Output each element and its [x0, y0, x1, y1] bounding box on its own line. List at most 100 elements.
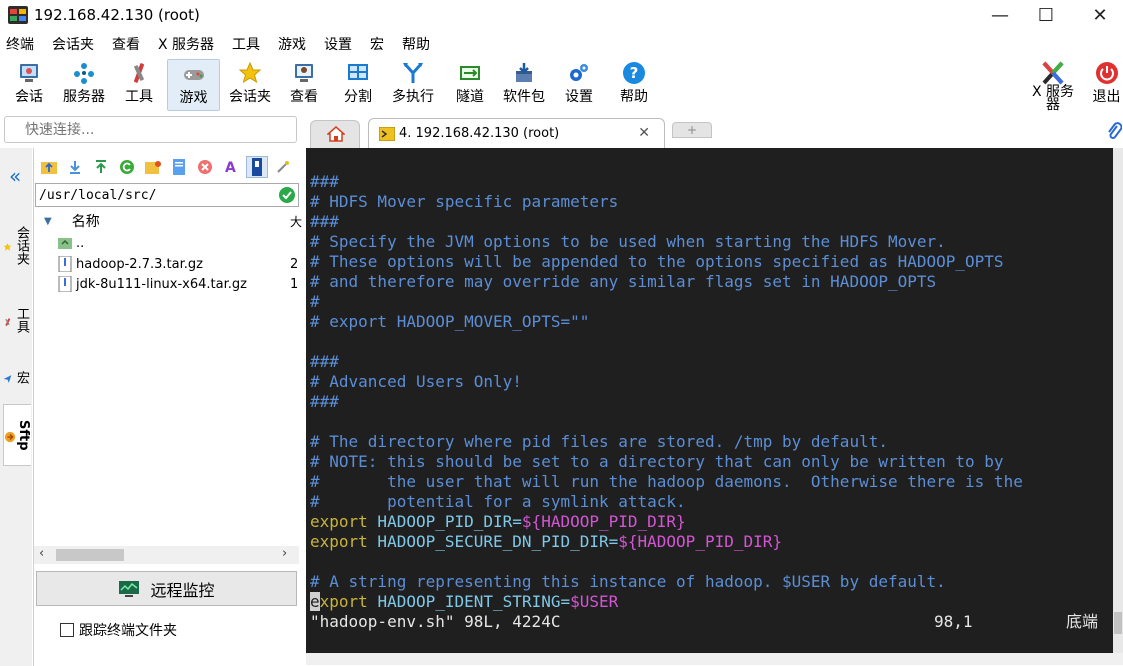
bookmark-icon: [252, 158, 262, 176]
terminal-text: # These options will be appended to the …: [310, 252, 1004, 271]
menu-macros[interactable]: 宏: [364, 34, 384, 56]
parent-folder-icon: [58, 238, 72, 249]
tools-icon: [133, 63, 145, 83]
file-name: hadoop-2.7.3.tar.gz: [76, 256, 203, 272]
scroll-thumb[interactable]: [56, 549, 124, 561]
star-icon: [238, 61, 262, 84]
side-tab-sessions[interactable]: 会话夹: [3, 204, 31, 286]
download-button[interactable]: [64, 156, 86, 178]
file-row[interactable]: hadoop-2.7.3.tar.gz 2: [34, 254, 299, 274]
packages-button[interactable]: 软件包: [500, 59, 548, 111]
follow-terminal-folder[interactable]: 跟踪终端文件夹: [60, 620, 177, 640]
side-tab-bar: « 会话夹 工具 宏 Sftp: [0, 148, 32, 666]
multiexec-icon: [403, 63, 423, 83]
terminal-line: # export HADOOP_MOVER_OPTS="": [310, 312, 589, 332]
split-button[interactable]: 分割: [338, 59, 378, 111]
follow-terminal-checkbox[interactable]: [60, 623, 74, 637]
menu-tools[interactable]: 工具: [226, 34, 260, 56]
tools-button[interactable]: 工具: [118, 59, 160, 111]
upload-button[interactable]: [90, 156, 112, 178]
new-folder-button[interactable]: [142, 156, 164, 178]
sftp-panel: A ▼ 名称 大 .. hadoop-2.7.3.tar.gz 2 jdk-8u…: [33, 148, 302, 666]
view-button[interactable]: 查看: [284, 59, 324, 111]
confirm-path-icon[interactable]: [279, 187, 295, 203]
file-name: ..: [76, 235, 85, 251]
terminal-line: # Advanced Users Only!: [310, 372, 522, 392]
sftp-path-input[interactable]: [36, 184, 266, 206]
svg-text:?: ?: [630, 64, 639, 82]
quick-connect-input[interactable]: [5, 117, 296, 142]
terminal-text: # and therefore may override any similar…: [310, 272, 937, 291]
menu-settings[interactable]: 设置: [318, 34, 352, 56]
main-toolbar: 会话 服务器 工具 游戏 会话夹 查看 分割 多执行 隧道 软件包 设置 ? 帮…: [0, 57, 1123, 113]
home-tab[interactable]: [310, 120, 360, 148]
side-tab-sftp[interactable]: Sftp: [3, 404, 31, 466]
file-row-parent[interactable]: ..: [34, 233, 299, 253]
terminal-text: # Advanced Users Only!: [310, 372, 522, 391]
session-button[interactable]: 会话: [6, 59, 52, 111]
file-row[interactable]: jdk-8u111-linux-x64.tar.gz 1: [34, 274, 299, 294]
mobaxterm-app-icon: [8, 6, 28, 24]
terminal-line: # and therefore may override any similar…: [310, 272, 936, 292]
bookmark-button[interactable]: [246, 156, 268, 178]
parent-folder-button[interactable]: [38, 156, 60, 178]
tunnel-button[interactable]: 隧道: [450, 59, 490, 111]
column-name-header[interactable]: 名称: [72, 211, 100, 231]
menu-xserver[interactable]: X 服务器: [152, 34, 214, 56]
side-tab-macros[interactable]: 宏: [3, 354, 31, 400]
rename-button[interactable]: A: [220, 156, 242, 178]
servers-icon: [74, 63, 94, 84]
remote-monitoring-button[interactable]: 远程监控: [36, 571, 297, 606]
delete-button[interactable]: [194, 156, 216, 178]
wand-button[interactable]: [272, 156, 294, 178]
terminal-line: # A string representing this instance of…: [310, 572, 946, 592]
minimize-button[interactable]: —: [977, 0, 1023, 30]
scroll-left-icon[interactable]: ‹: [39, 546, 44, 561]
terminal-text: ###: [310, 212, 339, 231]
horizontal-scrollbar[interactable]: ‹ ›: [34, 546, 299, 564]
quick-connect-box: [4, 116, 297, 143]
terminal-text: HADOOP_IDENT_STRING=: [367, 592, 571, 611]
help-button[interactable]: ? 帮助: [614, 59, 654, 111]
xserver-button[interactable]: X 服务 器: [1028, 59, 1078, 112]
side-tab-tools[interactable]: 工具: [3, 294, 31, 346]
sort-arrow-icon[interactable]: ▼: [44, 216, 52, 227]
terminal-scroll-thumb[interactable]: [1114, 612, 1122, 634]
terminal-view[interactable]: ### # HDFS Mover specific parameters ### # …: [306, 148, 1113, 653]
exit-button[interactable]: 退出: [1090, 59, 1123, 111]
terminal-text: HADOOP_PID_DIR=: [367, 512, 522, 531]
menu-games[interactable]: 游戏: [272, 34, 306, 56]
upload-icon: [96, 160, 106, 173]
games-button[interactable]: 游戏: [167, 59, 220, 111]
collapse-sidebar-icon[interactable]: «: [9, 164, 21, 188]
sessions-folder-button[interactable]: 会话夹: [224, 59, 276, 111]
settings-button[interactable]: 设置: [560, 59, 598, 111]
close-tab-icon[interactable]: ✕: [638, 125, 650, 141]
scroll-right-icon[interactable]: ›: [282, 546, 287, 561]
maximize-button[interactable]: ☐: [1023, 0, 1069, 30]
new-tab-button[interactable]: +: [672, 122, 712, 138]
vim-status-line: "hadoop-env.sh" 98L, 4224C 98,1 底端: [310, 612, 1110, 632]
servers-button[interactable]: 服务器: [58, 59, 110, 111]
new-file-button[interactable]: [168, 156, 190, 178]
star-icon: [3, 243, 12, 251]
side-tab-macros-label: 宏: [14, 370, 29, 384]
menu-view[interactable]: 查看: [106, 34, 140, 56]
folder-up-icon: [41, 162, 57, 174]
paperclip-icon[interactable]: [1106, 122, 1122, 140]
multiexec-button[interactable]: 多执行: [388, 59, 438, 111]
close-window-button[interactable]: ✕: [1077, 0, 1123, 30]
menu-help[interactable]: 帮助: [396, 34, 430, 56]
terminal-scrollbar[interactable]: [1113, 148, 1123, 653]
column-size-header[interactable]: 大: [290, 213, 302, 230]
terminal-line: export HADOOP_PID_DIR=${HADOOP_PID_DIR}: [310, 512, 686, 532]
session-tab[interactable]: 4. 192.168.42.130 (root) ✕: [368, 118, 665, 148]
terminal-text: export: [310, 512, 368, 531]
refresh-button[interactable]: [116, 156, 138, 178]
menu-sessions[interactable]: 会话夹: [46, 34, 94, 56]
terminal-text: ${HADOOP_PID_DIR}: [521, 512, 686, 531]
remote-monitoring-label: 远程监控: [150, 580, 215, 600]
terminal-text: # A string representing this instance of…: [310, 572, 946, 591]
terminal-text: ${HADOOP_PID_DIR}: [618, 532, 783, 551]
menu-terminal[interactable]: 终端: [0, 34, 34, 56]
